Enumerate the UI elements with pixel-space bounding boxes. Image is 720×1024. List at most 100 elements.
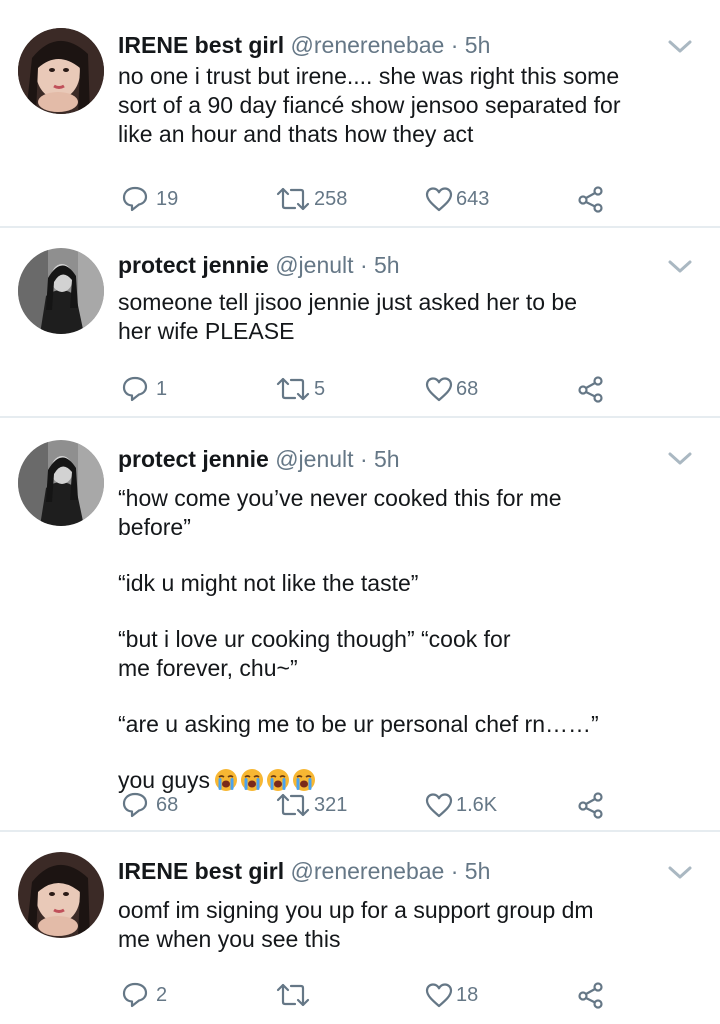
tweet-text-line: “but i love ur cooking though” “cook for… — [118, 626, 511, 681]
share-button[interactable] — [576, 184, 606, 214]
user-handle[interactable]: @renerenebae — [291, 858, 445, 884]
share-icon — [578, 792, 603, 819]
display-name[interactable]: protect jennie — [118, 446, 269, 472]
reply-icon — [122, 792, 148, 818]
chevron-down-icon[interactable] — [666, 256, 694, 276]
like-button[interactable]: 1.6K — [424, 790, 497, 820]
tweet-header: IRENE best girl @renerenebae · 5h — [118, 856, 660, 886]
retweet-icon — [276, 187, 310, 211]
separator: · — [450, 32, 459, 58]
tweet-header: IRENE best girl @renerenebae · 5h — [118, 30, 660, 60]
tweet-text-line: “how come you’ve never cooked this for m… — [118, 485, 562, 540]
reply-button[interactable]: 68 — [120, 790, 178, 820]
display-name[interactable]: IRENE best girl — [118, 858, 284, 884]
timestamp[interactable]: 5h — [374, 252, 400, 278]
reply-icon — [122, 376, 148, 402]
like-count: 643 — [456, 187, 490, 210]
tweet-text-line: “are u asking me to be ur personal chef … — [118, 711, 599, 737]
share-icon — [578, 186, 603, 213]
retweet-count: 258 — [314, 187, 348, 210]
irene-avatar-image — [18, 852, 104, 938]
tweet-text-line: oomf im signing you up for a support gro… — [118, 897, 594, 952]
chevron-down-icon[interactable] — [666, 862, 694, 882]
tweet[interactable]: IRENE best girl @renerenebae · 5h oomf i… — [0, 832, 720, 1022]
tweet-feed: IRENE best girl @renerenebae · 5h no one… — [0, 0, 720, 1024]
avatar[interactable] — [18, 440, 104, 526]
tweet-actions: 1 5 68 — [118, 374, 720, 404]
reply-icon — [122, 982, 148, 1008]
loudly-crying-face-icon — [267, 769, 290, 791]
like-count: 18 — [456, 983, 479, 1006]
user-handle[interactable]: @renerenebae — [291, 32, 445, 58]
tweet[interactable]: protect jennie @jenult · 5h “how come yo… — [0, 418, 720, 832]
share-icon — [578, 376, 603, 403]
reply-count: 19 — [156, 187, 179, 210]
retweet-button[interactable]: 321 — [274, 790, 347, 820]
emoji-group — [214, 768, 316, 792]
tweet-header: protect jennie @jenult · 5h — [118, 444, 660, 474]
tweet-header: protect jennie @jenult · 5h — [118, 250, 660, 280]
chevron-down-icon[interactable] — [666, 36, 694, 56]
share-icon — [578, 982, 603, 1009]
retweet-button[interactable]: 5 — [274, 374, 325, 404]
retweet-icon — [276, 377, 310, 401]
tweet-text: someone tell jisoo jennie just asked her… — [118, 288, 660, 346]
share-button[interactable] — [576, 790, 606, 820]
like-button[interactable]: 643 — [424, 184, 489, 214]
avatar[interactable] — [18, 28, 104, 114]
timestamp[interactable]: 5h — [465, 32, 491, 58]
retweet-icon — [276, 793, 310, 817]
chevron-down-icon[interactable] — [666, 448, 694, 468]
retweet-count: 321 — [314, 793, 348, 816]
loudly-crying-face-icon — [293, 769, 316, 791]
display-name[interactable]: protect jennie — [118, 252, 269, 278]
tweet-text-line: “idk u might not like the taste” — [118, 570, 419, 596]
display-name[interactable]: IRENE best girl — [118, 32, 284, 58]
reply-icon — [122, 186, 148, 212]
tweet-text-line: someone tell jisoo jennie just asked her… — [118, 289, 578, 344]
user-handle[interactable]: @jenult — [275, 252, 353, 278]
tweet-actions: 2 18 — [118, 980, 720, 1010]
tweet-text: “how come you’ve never cooked this for m… — [118, 484, 660, 795]
like-count: 1.6K — [456, 793, 498, 816]
retweet-button[interactable]: 258 — [274, 184, 347, 214]
tweet-actions: 68 321 1.6K — [118, 790, 720, 820]
avatar[interactable] — [18, 852, 104, 938]
reply-count: 1 — [156, 377, 168, 400]
tweet-text: no one i trust but irene.... she was rig… — [118, 62, 660, 149]
separator: · — [450, 858, 459, 884]
jennie-avatar-image — [18, 440, 104, 526]
like-button[interactable]: 18 — [424, 980, 478, 1010]
tweet-text-line: no one i trust but irene.... she was rig… — [118, 63, 621, 147]
like-icon — [425, 793, 453, 818]
retweet-count: 5 — [314, 377, 326, 400]
reply-button[interactable]: 19 — [120, 184, 178, 214]
reply-count: 68 — [156, 793, 179, 816]
avatar[interactable] — [18, 248, 104, 334]
like-count: 68 — [456, 377, 479, 400]
like-icon — [425, 983, 453, 1008]
timestamp[interactable]: 5h — [465, 858, 491, 884]
share-button[interactable] — [576, 374, 606, 404]
reply-count: 2 — [156, 983, 168, 1006]
tweet[interactable]: protect jennie @jenult · 5h someone tell… — [0, 228, 720, 418]
tweet[interactable]: IRENE best girl @renerenebae · 5h no one… — [0, 0, 720, 228]
share-button[interactable] — [576, 980, 606, 1010]
like-icon — [425, 187, 453, 212]
retweet-button[interactable] — [274, 980, 314, 1010]
reply-button[interactable]: 1 — [120, 374, 167, 404]
separator: · — [359, 252, 368, 278]
timestamp[interactable]: 5h — [374, 446, 400, 472]
loudly-crying-face-icon — [215, 769, 238, 791]
jennie-avatar-image — [18, 248, 104, 334]
retweet-icon — [276, 983, 310, 1007]
irene-avatar-image — [18, 28, 104, 114]
separator: · — [359, 446, 368, 472]
loudly-crying-face-icon — [241, 769, 264, 791]
like-button[interactable]: 68 — [424, 374, 478, 404]
user-handle[interactable]: @jenult — [275, 446, 353, 472]
tweet-actions: 19 258 643 — [118, 184, 720, 214]
reply-button[interactable]: 2 — [120, 980, 167, 1010]
like-icon — [425, 377, 453, 402]
tweet-text: oomf im signing you up for a support gro… — [118, 896, 660, 954]
